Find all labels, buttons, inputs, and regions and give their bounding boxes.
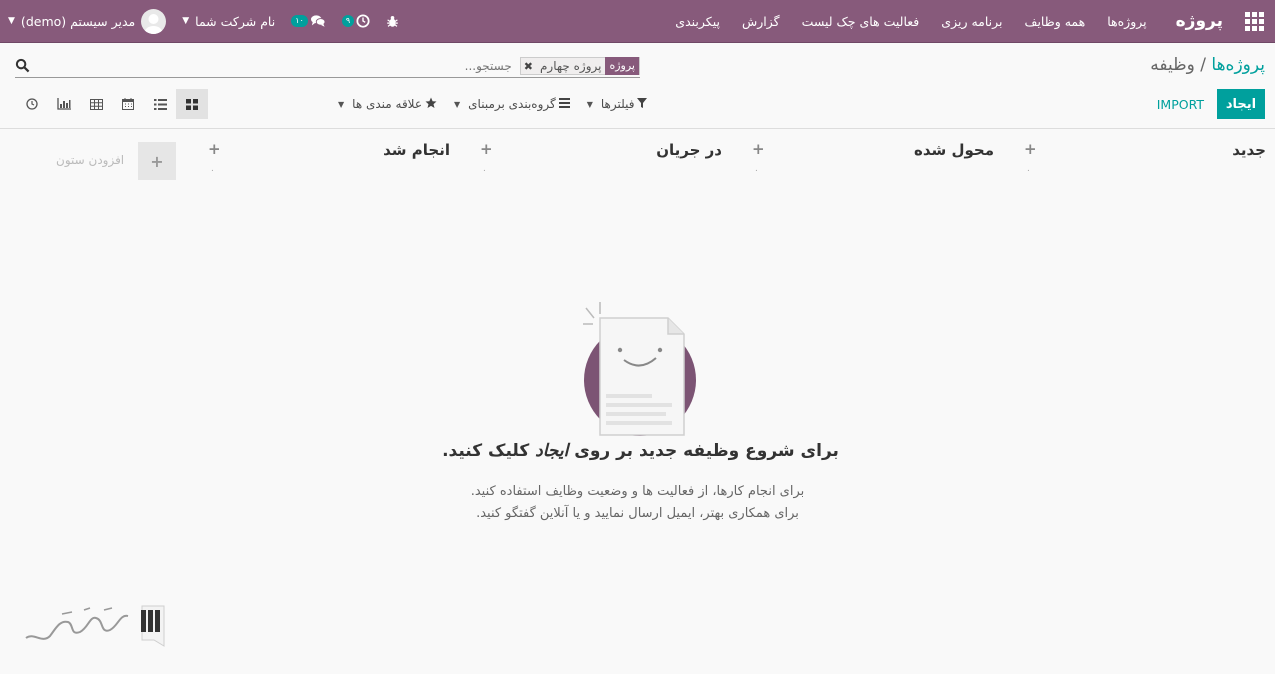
- menu-item-planning[interactable]: برنامه ریزی: [930, 14, 1013, 29]
- search-input[interactable]: [339, 59, 520, 73]
- column-title: محول شده: [913, 141, 994, 159]
- column-count: ۰: [1026, 166, 1031, 176]
- chat-icon: [310, 15, 326, 27]
- import-button[interactable]: IMPORT: [1152, 89, 1209, 119]
- watermark-logo: [25, 605, 165, 647]
- company-switcher[interactable]: نام شرکت شما ▼: [174, 14, 283, 29]
- messaging-menu[interactable]: ۱۰: [283, 14, 334, 28]
- helper-text-line2: برای همکاری بهتر، ایمیل ارسال نمایید و ی…: [476, 506, 799, 521]
- view-switcher: [16, 89, 208, 119]
- user-menu[interactable]: مدیر سیستم (demo) ▼: [0, 8, 174, 34]
- activity-view-icon[interactable]: [16, 89, 48, 119]
- menu-item-all-tasks[interactable]: همه وظایف: [1014, 14, 1097, 29]
- filters-label: فیلترها: [600, 97, 635, 111]
- graph-view-icon[interactable]: [48, 89, 80, 119]
- company-name: نام شرکت شما: [195, 13, 276, 29]
- favorites-label: علاقه مندی ها: [352, 97, 422, 111]
- clock-icon: [356, 14, 370, 28]
- top-navbar: پروژه پروژه‌ها همه وظایف برنامه ریزی فعا…: [0, 0, 1275, 43]
- facet-value: پروژه چهارم: [539, 59, 602, 73]
- search-facet: پروژه پروژه چهارم ✖: [519, 57, 640, 75]
- kanban-view-icon[interactable]: [176, 89, 208, 119]
- helper-title: برای شروع وظیفه جدید بر روی ایجاد کلیک ک…: [442, 441, 839, 461]
- menu-item-checklist-activities[interactable]: فعالیت های چک لیست: [791, 14, 931, 29]
- breadcrumb: پروژه‌ها / وظیفه: [1150, 55, 1265, 75]
- chat-badge: ۱۰: [291, 15, 308, 27]
- favorites-dropdown[interactable]: علاقه مندی ها ▼: [326, 97, 442, 112]
- kanban-column-in-progress: در جریان + ۰: [480, 138, 722, 178]
- menu-item-reporting[interactable]: گزارش: [731, 14, 791, 29]
- column-title: در جریان: [656, 141, 722, 159]
- column-count: ۰: [210, 166, 215, 176]
- breadcrumb-separator: /: [1200, 55, 1206, 75]
- caret-down-icon: ▼: [454, 99, 461, 109]
- user-name: مدیر سیستم (demo): [20, 13, 136, 29]
- kanban-column-new: جدید + ۰: [1024, 138, 1266, 178]
- kanban-column-assigned: محول شده + ۰: [752, 138, 994, 178]
- caret-down-icon: ▼: [182, 16, 190, 26]
- search-options: فیلترها ▼ گروه‌بندی برمبنای ▼ علاقه مندی…: [326, 91, 652, 117]
- pivot-view-icon[interactable]: [80, 89, 112, 119]
- empty-document-illustration: [583, 302, 696, 436]
- helper-text-line1: برای انجام کارها، از فعالیت ها و وضعیت و…: [470, 484, 805, 499]
- quick-create-icon[interactable]: +: [752, 140, 765, 158]
- app-name[interactable]: پروژه: [1158, 11, 1233, 31]
- debug-icon[interactable]: [378, 15, 407, 28]
- list-view-icon[interactable]: [144, 89, 176, 119]
- create-button[interactable]: ایجاد: [1217, 89, 1265, 119]
- quick-create-icon[interactable]: +: [208, 140, 221, 158]
- apps-menu-icon[interactable]: [1233, 0, 1275, 43]
- control-panel-divider: [0, 128, 1275, 129]
- bars-icon: [558, 97, 570, 111]
- groupby-dropdown[interactable]: گروه‌بندی برمبنای ▼: [442, 97, 575, 111]
- quick-create-icon[interactable]: +: [1024, 140, 1037, 158]
- breadcrumb-projects[interactable]: پروژه‌ها: [1211, 55, 1265, 75]
- kanban-column-done: انجام شد + ۰: [208, 138, 450, 178]
- caret-down-icon: ▼: [586, 99, 593, 109]
- caret-down-icon: ▼: [8, 16, 15, 26]
- menu-item-projects[interactable]: پروژه‌ها: [1096, 14, 1157, 29]
- caret-down-icon: ▼: [338, 99, 345, 109]
- search-bar: پروژه پروژه چهارم ✖: [15, 55, 640, 78]
- quick-create-icon[interactable]: +: [480, 140, 493, 158]
- avatar: [141, 8, 167, 34]
- column-title: جدید: [1232, 141, 1266, 159]
- column-count: ۰: [482, 166, 487, 176]
- menu-item-configuration[interactable]: پیکربندی: [664, 14, 731, 29]
- star-icon: [425, 97, 437, 112]
- systray: ۹ ۱۰ نام شرکت شما ▼ مدیر سیستم (demo) ▼: [0, 0, 407, 43]
- column-title: انجام شد: [383, 141, 450, 159]
- facet-label: پروژه: [605, 57, 639, 75]
- filters-dropdown[interactable]: فیلترها ▼: [575, 97, 653, 111]
- calendar-view-icon[interactable]: [112, 89, 144, 119]
- search-icon[interactable]: [15, 58, 30, 77]
- add-column-label[interactable]: افزودن ستون: [56, 153, 124, 167]
- activity-badge: ۹: [341, 15, 355, 27]
- breadcrumb-current: وظیفه: [1150, 55, 1195, 75]
- filter-icon: [637, 97, 648, 111]
- activity-menu[interactable]: ۹: [334, 14, 378, 28]
- main-menu: پروژه‌ها همه وظایف برنامه ریزی فعالیت ها…: [664, 14, 1157, 29]
- add-column-button[interactable]: +: [138, 142, 176, 180]
- column-count: ۰: [754, 166, 759, 176]
- groupby-label: گروه‌بندی برمبنای: [468, 97, 556, 111]
- facet-remove-icon[interactable]: ✖: [521, 60, 536, 73]
